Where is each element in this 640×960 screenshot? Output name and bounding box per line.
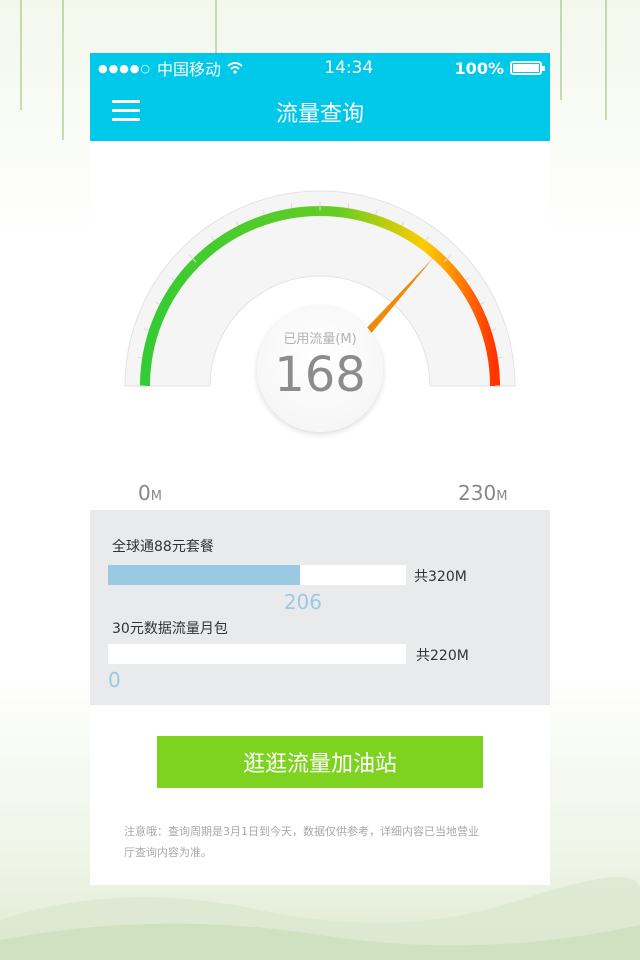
package-panel: 全球通88元套餐 共320M 206 30元数据流量月包 共220M 0 [90,510,550,705]
background-vine [20,0,22,110]
package-used: 206 [283,590,323,614]
package-progress [108,565,406,585]
nav-bar: 流量查询 [90,83,550,141]
wifi-icon [227,62,243,74]
package-progress-fill [108,565,300,585]
package-used: 0 [108,668,121,692]
gauge-max-label: 230M [458,481,508,505]
carrier-name: 中国移动 [157,60,222,79]
traffic-station-button[interactable]: 逛逛流量加油站 [157,736,483,788]
package-name: 30元数据流量月包 [112,621,228,637]
usage-label: 已用流量(M) [283,332,357,347]
background-vine [62,0,64,140]
package-progress [108,644,406,664]
phone-screen: ●●●●○ 中国移动 14:34 100% 流量查询 已用流量(M) 168 0… [90,53,550,885]
background-vine [605,0,607,120]
status-bar: ●●●●○ 中国移动 14:34 100% [90,53,550,83]
usage-gauge: 已用流量(M) 168 0M 230M [90,141,550,511]
usage-readout: 已用流量(M) 168 [257,306,383,432]
package-total: 共320M [414,569,467,585]
battery-icon [509,61,545,75]
status-time: 14:34 [324,58,374,78]
signal-icon: ●●●●○ [98,61,151,75]
disclaimer-note: 注意哦：查询周期是3月1日到今天，数据仅供参考，详细内容已当地营业厅查询内容为准… [124,825,479,859]
battery-percent: 100% [454,58,504,78]
background-vine [560,0,562,100]
page-title: 流量查询 [275,102,364,127]
gauge-min-label: 0M [138,481,162,505]
menu-icon[interactable] [112,100,140,122]
usage-value: 168 [274,347,366,403]
package-total: 共220M [416,648,469,664]
package-name: 全球通88元套餐 [112,539,214,555]
